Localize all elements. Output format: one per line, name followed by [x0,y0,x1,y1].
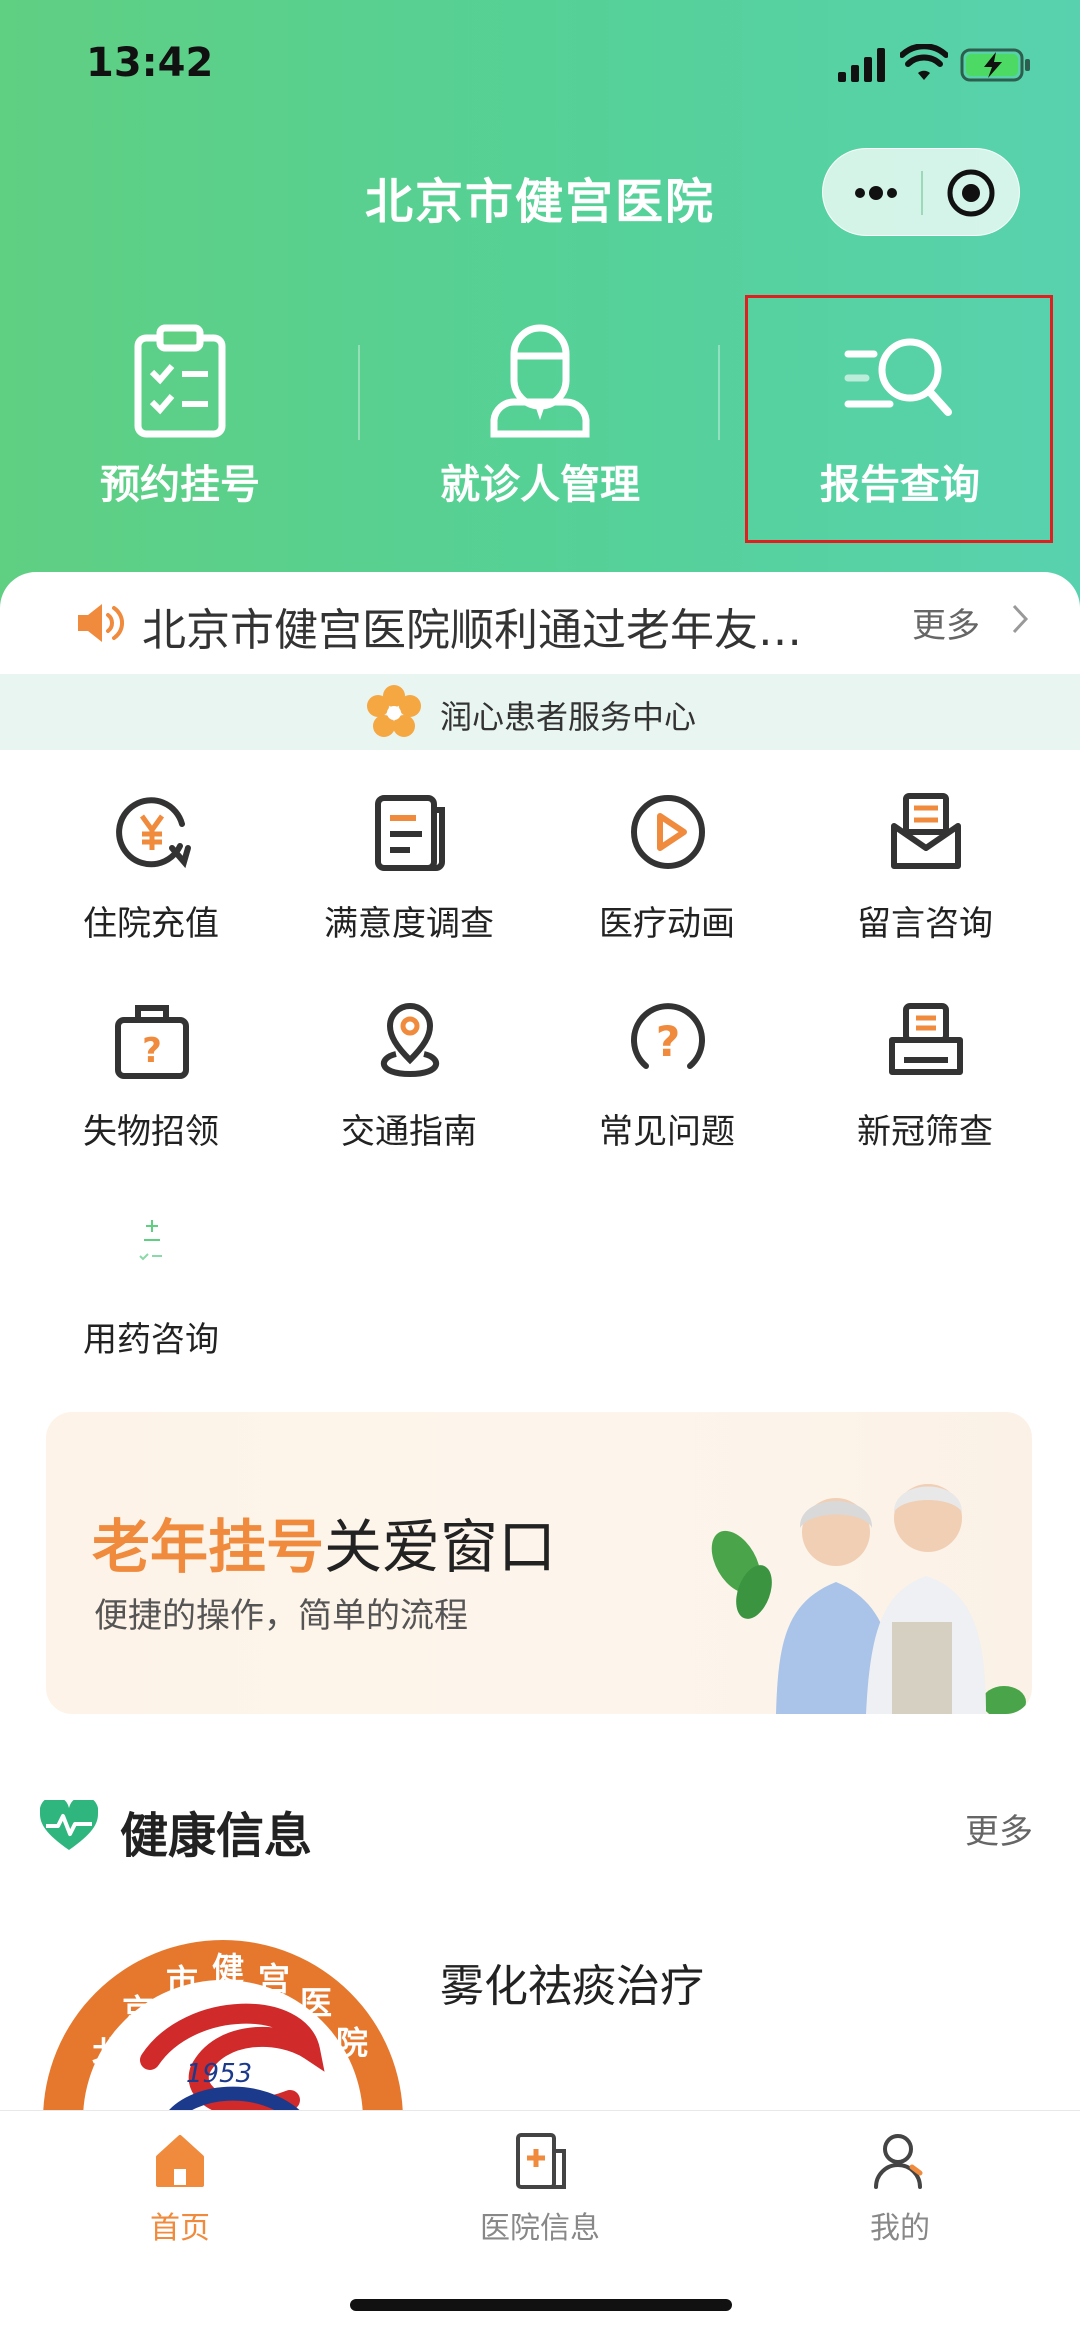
doctor-icon [490,324,590,438]
service-label: 满意度调查 [324,904,494,944]
svg-text:?: ? [142,1031,162,1071]
home-indicator [350,2299,732,2311]
tab-home[interactable]: 首页 [0,2111,360,2261]
service-faq[interactable]: ? 常见问题 [538,998,796,1188]
question-icon: ? [631,1003,705,1069]
service-message-consult[interactable]: 留言咨询 [796,790,1054,980]
status-time: 13:42 [86,40,214,86]
svg-text:健: 健 [212,1950,244,1988]
health-info-header: 健康信息 更多 [40,1790,1050,1870]
quick-entry-appointment[interactable]: 预约挂号 [0,300,360,560]
quick-entry-label: 就诊人管理 [440,462,640,508]
svg-text:?: ? [656,1017,680,1066]
hospital-logo: 北 京 市 健 宫 医 院 1953 [43,1940,403,2130]
service-label: 医疗动画 [599,904,735,944]
wifi-icon [900,44,948,80]
tab-mine[interactable]: 我的 [720,2111,1080,2261]
svg-text:医: 医 [300,1984,332,2022]
quick-entry-patient-management[interactable]: 就诊人管理 [360,300,720,560]
clipboard-check-icon [134,324,226,438]
cellular-signal-icon [838,48,885,82]
more-options-icon[interactable] [851,173,901,213]
status-bar: 13:42 [0,0,1080,140]
banner-title: 老年挂号关爱窗口 [92,1500,556,1584]
service-inpatient-recharge[interactable]: 住院充值 [22,790,280,980]
notice-more-link[interactable]: 更多 [912,598,980,647]
service-traffic-guide[interactable]: 交通指南 [280,998,538,1188]
battery-charging-icon [960,48,1030,82]
service-center-label: 润心患者服务中心 [440,698,697,736]
mail-icon [891,793,961,869]
miniprogram-capsule [822,148,1020,236]
capsule-divider [921,171,923,215]
tab-label: 我的 [870,2211,930,2246]
service-lost-found[interactable]: ? 失物招领 [22,998,280,1188]
heart-pulse-icon [40,1800,98,1850]
notice-bar[interactable]: 北京市健宫医院顺利通过老年友… 更多 [0,572,1080,674]
highlight-box [745,295,1053,543]
chevron-right-icon [1012,604,1029,634]
service-label: 新冠筛查 [857,1112,993,1152]
elderly-couple-illustration [711,1484,1026,1714]
service-label: 常见问题 [599,1112,735,1152]
service-medicine-consult[interactable]: 用药咨询 [22,1206,280,1396]
tab-label: 医院信息 [480,2211,600,2246]
service-center-bar[interactable]: 润心患者服务中心 [0,674,1080,750]
service-label: 交通指南 [341,1112,477,1152]
location-pin-icon [380,1003,440,1078]
service-label: 失物招领 [83,1112,219,1152]
svg-text:宫: 宫 [258,1960,290,1998]
medicine-icon [139,1220,162,1261]
service-covid-screening[interactable]: 新冠筛查 [796,998,1054,1188]
close-target-icon[interactable] [945,167,997,219]
svg-text:北: 北 [92,2034,124,2072]
notice-text: 北京市健宫医院顺利通过老年友… [142,605,802,656]
quick-entry-label: 预约挂号 [100,462,260,508]
service-satisfaction-survey[interactable]: 满意度调查 [280,790,538,980]
lost-found-icon: ? [115,1005,189,1079]
health-article-item[interactable]: 北 京 市 健 宫 医 院 1953 雾化祛痰治疗 [40,1930,1040,2130]
service-label: 留言咨询 [857,904,993,944]
service-medical-animation[interactable]: 医疗动画 [538,790,796,980]
hospital-info-icon [516,2133,566,2189]
speaker-icon [78,604,124,642]
svg-text:市: 市 [166,1962,198,2000]
yen-refresh-icon [116,797,191,869]
banner-title-rest: 关爱窗口 [324,1513,557,1581]
banner-title-highlight: 老年挂号 [92,1513,325,1581]
user-icon [874,2134,923,2189]
home-icon [156,2135,204,2187]
health-more-link[interactable]: 更多 [965,1804,1033,1853]
article-title: 雾化祛痰治疗 [440,1961,704,2012]
service-label: 用药咨询 [83,1320,219,1360]
svg-text:京: 京 [122,1992,154,2030]
tab-label: 首页 [150,2211,210,2246]
survey-icon [375,795,445,871]
covid-screening-icon [889,1003,963,1075]
section-title: 健康信息 [120,1808,313,1864]
tab-hospital-info[interactable]: 医院信息 [360,2111,720,2261]
svg-text:院: 院 [336,2024,368,2062]
service-label: 住院充值 [83,904,219,944]
elderly-registration-banner[interactable]: 老年挂号关爱窗口 便捷的操作，简单的流程 [46,1412,1032,1714]
flower-logo-icon [367,685,421,737]
play-icon [631,795,705,869]
banner-subtitle: 便捷的操作，简单的流程 [94,1596,468,1636]
logo-year: 1953 [186,2059,252,2089]
